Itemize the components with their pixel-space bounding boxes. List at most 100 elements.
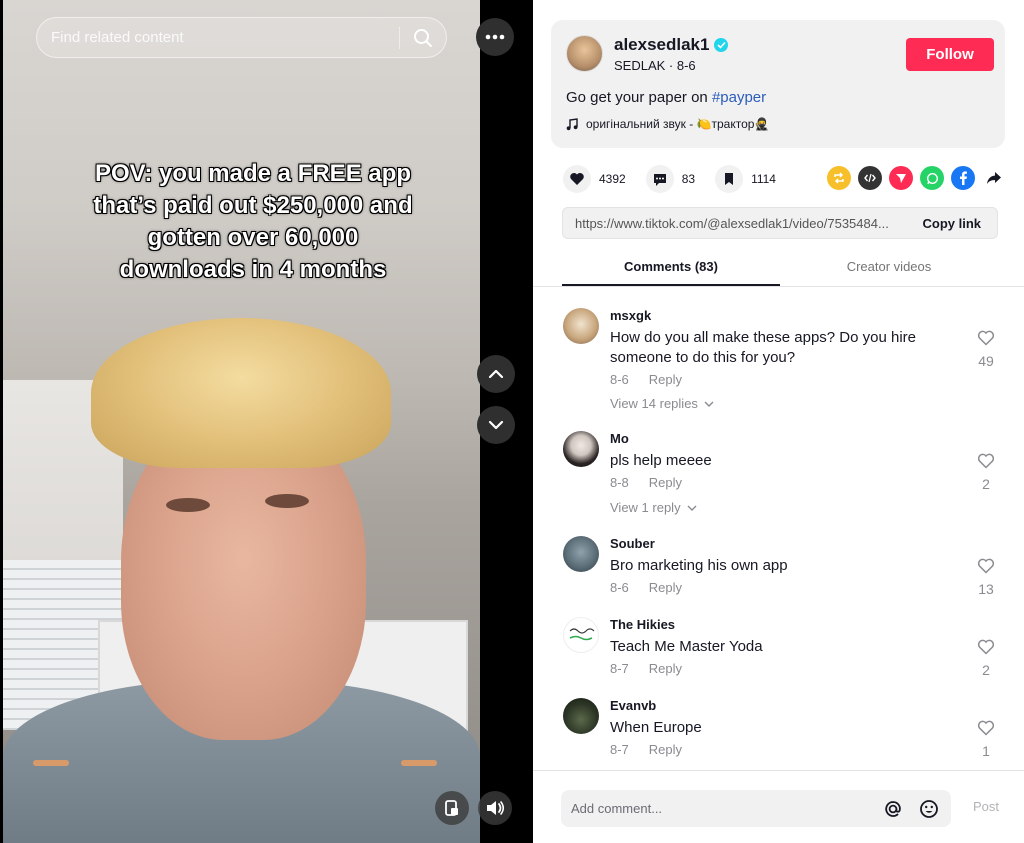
comment-like[interactable]: 1 — [973, 720, 999, 759]
video-link-url[interactable]: https://www.tiktok.com/@alexsedlak1/vide… — [563, 216, 908, 231]
comment-text: Bro marketing his own app — [610, 557, 788, 574]
commenter-avatar[interactable] — [563, 617, 599, 653]
post-button[interactable]: Post — [973, 799, 999, 814]
commenter-avatar[interactable] — [563, 698, 599, 734]
hikies-logo-icon — [569, 628, 595, 641]
repost-button[interactable] — [827, 166, 851, 190]
mention-button[interactable] — [879, 795, 907, 823]
hashtag-link[interactable]: #payper — [712, 89, 766, 106]
reply-button[interactable]: Reply — [649, 742, 682, 757]
view-replies-button[interactable]: View 1 reply — [610, 500, 697, 515]
comment-count: 83 — [681, 172, 696, 186]
embed-button[interactable] — [858, 166, 882, 190]
comment-like-count: 1 — [982, 743, 990, 759]
share-whatsapp-button[interactable] — [920, 166, 944, 190]
search-button[interactable] — [400, 18, 446, 57]
heart-outline-icon[interactable] — [977, 639, 995, 655]
commenter-avatar[interactable] — [563, 308, 599, 344]
heart-outline-icon[interactable] — [977, 720, 995, 736]
share-facebook-button[interactable] — [951, 166, 975, 190]
video-shirt-stripe — [33, 760, 69, 766]
comment-meta: 8-6 Reply — [610, 580, 682, 595]
comment-text: pls help meeee — [610, 452, 712, 469]
previous-video-button[interactable] — [477, 355, 515, 393]
verified-badge-icon — [714, 38, 729, 52]
whatsapp-icon — [926, 172, 938, 184]
heart-icon — [570, 173, 584, 185]
floating-player-button[interactable] — [435, 791, 469, 825]
next-video-button[interactable] — [477, 406, 515, 444]
author-username[interactable]: alexsedlak1 — [614, 35, 709, 55]
video-caption-overlay: POV: you made a FREE app that’s paid out… — [43, 158, 463, 286]
reply-button[interactable]: Reply — [649, 661, 682, 676]
more-share-button[interactable] — [982, 166, 1006, 190]
send-to-friends-button[interactable] — [889, 166, 913, 190]
comment-meta: 8-7 Reply — [610, 742, 682, 757]
save-button[interactable] — [715, 165, 744, 193]
author-avatar[interactable] — [566, 35, 603, 72]
tab-bar: Comments (83) Creator videos — [562, 250, 998, 286]
more-dots-icon — [485, 34, 505, 40]
comment-like[interactable]: 2 — [973, 453, 999, 492]
heart-outline-icon[interactable] — [977, 453, 995, 469]
comment-action[interactable]: 83 — [645, 165, 696, 193]
reply-button[interactable]: Reply — [649, 580, 682, 595]
more-options-button[interactable] — [476, 18, 514, 56]
chevron-up-icon — [488, 369, 504, 379]
like-button[interactable] — [563, 165, 591, 193]
comment-text: How do you all make these apps? Do you h… — [610, 329, 917, 366]
comment-meta: 8-8 Reply — [610, 475, 682, 490]
commenter-avatar[interactable] — [563, 431, 599, 467]
tiktok-video-page: POV: you made a FREE app that’s paid out… — [0, 0, 1024, 843]
comment-button[interactable] — [645, 165, 674, 193]
search-icon — [414, 28, 432, 47]
author-name-row[interactable]: alexsedlak1 — [614, 35, 729, 55]
commenter-name[interactable]: Evanvb — [610, 698, 656, 713]
embed-code-icon — [864, 173, 876, 183]
commenter-name[interactable]: The Hikies — [610, 617, 675, 632]
music-title[interactable]: оригінальний звук - 🍋трактор🥷 — [586, 117, 769, 131]
comment-date: 8-6 — [610, 372, 629, 387]
heart-outline-icon[interactable] — [977, 330, 995, 346]
comment-item: Souber Bro marketing his own app 8-6 Rep… — [563, 536, 1003, 606]
comment-bubble-icon — [653, 173, 666, 186]
like-action[interactable]: 4392 — [563, 165, 626, 193]
music-row[interactable]: оригінальний звук - 🍋трактор🥷 — [566, 117, 769, 131]
video-shirt-stripe — [401, 760, 437, 766]
comment-like-count: 49 — [978, 353, 994, 369]
video-player[interactable]: POV: you made a FREE app that’s paid out… — [3, 0, 480, 843]
video-panel: POV: you made a FREE app that’s paid out… — [0, 0, 533, 843]
commenter-name[interactable]: Souber — [610, 536, 655, 551]
commenter-name[interactable]: Mo — [610, 431, 629, 446]
tab-creator-videos[interactable]: Creator videos — [780, 250, 998, 286]
view-replies-label[interactable]: View 14 replies — [610, 396, 698, 411]
comment-date: 8-6 — [610, 580, 629, 595]
comment-like[interactable]: 13 — [973, 558, 999, 597]
commenter-avatar[interactable] — [563, 536, 599, 572]
emoji-button[interactable] — [915, 795, 943, 823]
reply-button[interactable]: Reply — [649, 372, 682, 387]
comment-composer: Post — [533, 770, 1024, 843]
search-input[interactable] — [37, 29, 399, 46]
view-replies-button[interactable]: View 14 replies — [610, 396, 714, 411]
follow-button[interactable]: Follow — [906, 38, 994, 71]
comment-like[interactable]: 2 — [973, 639, 999, 678]
save-action[interactable]: 1114 — [715, 165, 776, 193]
caption-line: downloads in 4 months — [119, 256, 387, 283]
comment-like[interactable]: 49 — [973, 330, 999, 369]
view-replies-label[interactable]: View 1 reply — [610, 500, 681, 515]
heart-outline-icon[interactable] — [977, 558, 995, 574]
comment-item: Mo pls help meeee 8-8 Reply View 1 reply… — [563, 431, 1003, 526]
caption-line: POV: you made a FREE app — [94, 160, 412, 187]
reply-button[interactable]: Reply — [649, 475, 682, 490]
commenter-name[interactable]: msxgk — [610, 308, 651, 323]
video-person-eye — [265, 494, 309, 508]
repost-icon — [834, 172, 844, 184]
engagement-row: 4392 83 1114 — [563, 165, 796, 193]
volume-button[interactable] — [478, 791, 512, 825]
like-count: 4392 — [599, 172, 626, 186]
comment-item: Evanvb When Europe 8-7 Reply 1 — [563, 698, 1003, 768]
comment-input[interactable] — [561, 801, 879, 816]
copy-link-button[interactable]: Copy link — [908, 216, 997, 231]
tab-comments[interactable]: Comments (83) — [562, 250, 780, 286]
